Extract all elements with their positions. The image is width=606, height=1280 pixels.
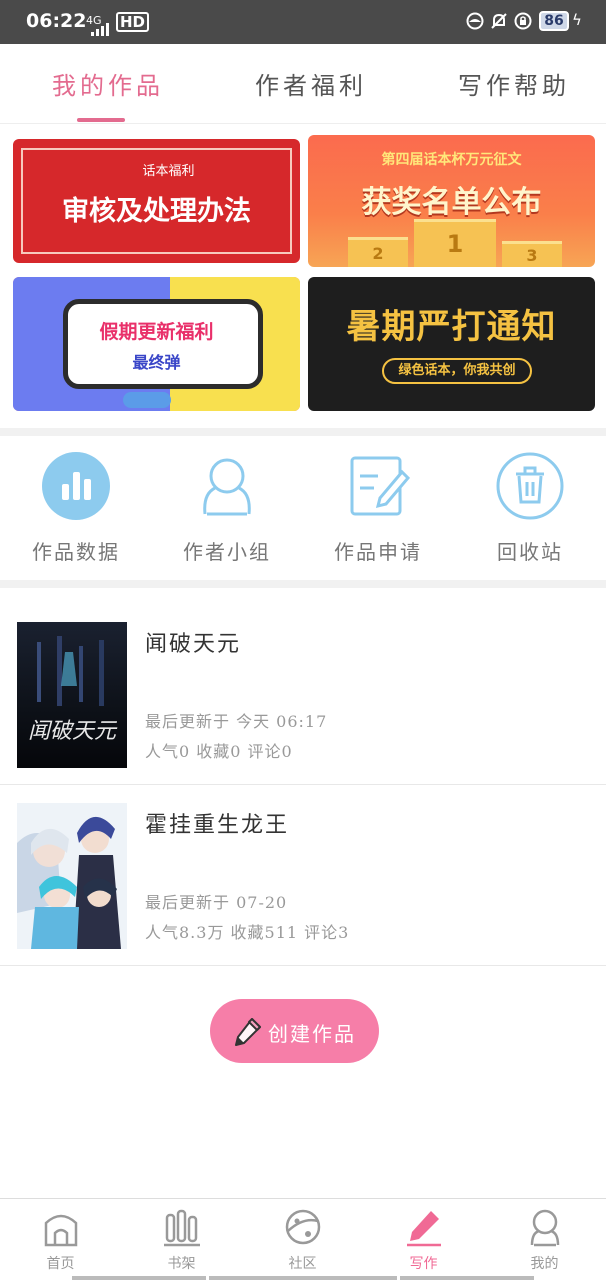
section-divider — [0, 580, 606, 588]
banner-award-list[interactable]: 第四届话本杯万元征文 获奖名单公布 2 1 3 — [308, 135, 595, 267]
banner-subtitle: 第四届话本杯万元征文 — [381, 152, 522, 168]
shortcut-label: 作品申请 — [334, 540, 422, 564]
banner-title: 暑期严打通知 — [346, 307, 557, 347]
banner-summer-crackdown[interactable]: 暑期严打通知 绿色话本，你我共创 — [308, 277, 595, 411]
shortcut-recycle-bin[interactable]: 回收站 — [470, 452, 590, 565]
work-updated: 最后更新于 今天 06:17 — [145, 712, 328, 731]
battery-indicator: 86 — [539, 11, 569, 31]
cloud-decoration — [123, 392, 171, 408]
nav-writing[interactable]: 写作 — [363, 1199, 484, 1275]
shortcut-label: 作品数据 — [32, 540, 120, 564]
tab-indicator — [77, 118, 125, 122]
phone-illustration — [63, 299, 263, 389]
nav-home[interactable]: 首页 — [0, 1199, 121, 1275]
work-item[interactable]: 霍挂重生龙王 最后更新于 07-20 人气8.3万 收藏511 评论3 — [0, 786, 606, 966]
lock-rotation-icon — [514, 12, 532, 30]
cover-title: 闻破天元 — [28, 719, 118, 744]
nav-profile[interactable]: 我的 — [484, 1199, 605, 1275]
work-item[interactable]: 闻破天元 闻破天元 最后更新于 今天 06:17 人气0 收藏0 评论0 — [0, 605, 606, 785]
create-work-button[interactable]: 创建作品 — [210, 999, 379, 1063]
home-indicator — [72, 1276, 206, 1280]
banner-title: 假期更新福利 — [99, 321, 214, 343]
shortcut-author-group[interactable]: 作者小组 — [167, 452, 287, 565]
pencil-icon — [235, 1018, 261, 1046]
shortcut-label: 回收站 — [497, 540, 563, 564]
banner-title: 审核及处理办法 — [62, 196, 251, 227]
shortcut-work-apply[interactable]: 作品申请 — [318, 452, 438, 565]
banner-tag: 话本福利 — [130, 160, 207, 179]
nav-label: 社区 — [288, 1256, 317, 1272]
edit-document-icon — [350, 456, 411, 516]
home-indicator — [400, 1276, 534, 1280]
bottom-navigation: 首页 书架 社区 写作 我的 — [0, 1198, 606, 1280]
status-bar: 06:22 4G HD 86 ϟ — [0, 0, 606, 44]
podium-second: 2 — [348, 237, 408, 267]
tab-author-benefits[interactable]: 作者福利 — [255, 66, 367, 101]
nav-community[interactable]: 社区 — [242, 1199, 363, 1275]
planet-icon — [285, 1209, 321, 1245]
charging-icon: ϟ — [572, 11, 582, 29]
tab-writing-help[interactable]: 写作帮助 — [458, 66, 570, 101]
section-divider — [0, 428, 606, 436]
pencil-icon — [407, 1211, 441, 1247]
nav-bookshelf[interactable]: 书架 — [121, 1199, 242, 1275]
shortcut-work-data[interactable]: 作品数据 — [16, 452, 136, 565]
banner-review-policy[interactable]: 话本福利 审核及处理办法 — [13, 139, 300, 263]
home-icon — [44, 1214, 78, 1247]
work-cover: 闻破天元 — [17, 622, 127, 768]
work-title: 闻破天元 — [145, 632, 242, 657]
banner-subtitle: 最终弹 — [132, 353, 181, 372]
banner-pill: 绿色话本，你我共创 — [382, 358, 532, 384]
work-updated: 最后更新于 07-20 — [145, 893, 288, 912]
hd-indicator: HD — [116, 12, 150, 32]
data-saver-icon — [466, 12, 484, 30]
signal-icon — [91, 23, 109, 36]
work-cover — [17, 803, 127, 949]
mute-icon — [491, 13, 507, 29]
create-work-label: 创建作品 — [268, 1022, 356, 1046]
podium-third: 3 — [502, 241, 562, 267]
tab-my-works[interactable]: 我的作品 — [52, 66, 164, 101]
banner-holiday-bonus[interactable]: 假期更新福利 最终弹 — [13, 277, 300, 411]
shortcut-label: 作者小组 — [183, 540, 271, 564]
nav-label: 书架 — [167, 1256, 196, 1272]
top-tabs: 我的作品 作者福利 写作帮助 — [0, 44, 606, 124]
group-icon — [203, 458, 251, 516]
work-stats: 人气8.3万 收藏511 评论3 — [145, 923, 350, 942]
nav-label: 首页 — [46, 1256, 75, 1272]
bookshelf-icon — [164, 1209, 200, 1247]
home-indicator — [209, 1276, 397, 1280]
nav-label: 我的 — [530, 1256, 559, 1272]
work-title: 霍挂重生龙王 — [145, 813, 290, 838]
profile-icon — [530, 1209, 560, 1247]
status-time: 06:22 — [26, 10, 87, 32]
bar-chart-icon — [42, 452, 110, 520]
podium-first: 1 — [414, 219, 496, 267]
work-stats: 人气0 收藏0 评论0 — [145, 742, 293, 761]
nav-label: 写作 — [409, 1256, 438, 1272]
trash-icon — [496, 452, 564, 520]
banner-title: 获奖名单公布 — [361, 185, 542, 220]
